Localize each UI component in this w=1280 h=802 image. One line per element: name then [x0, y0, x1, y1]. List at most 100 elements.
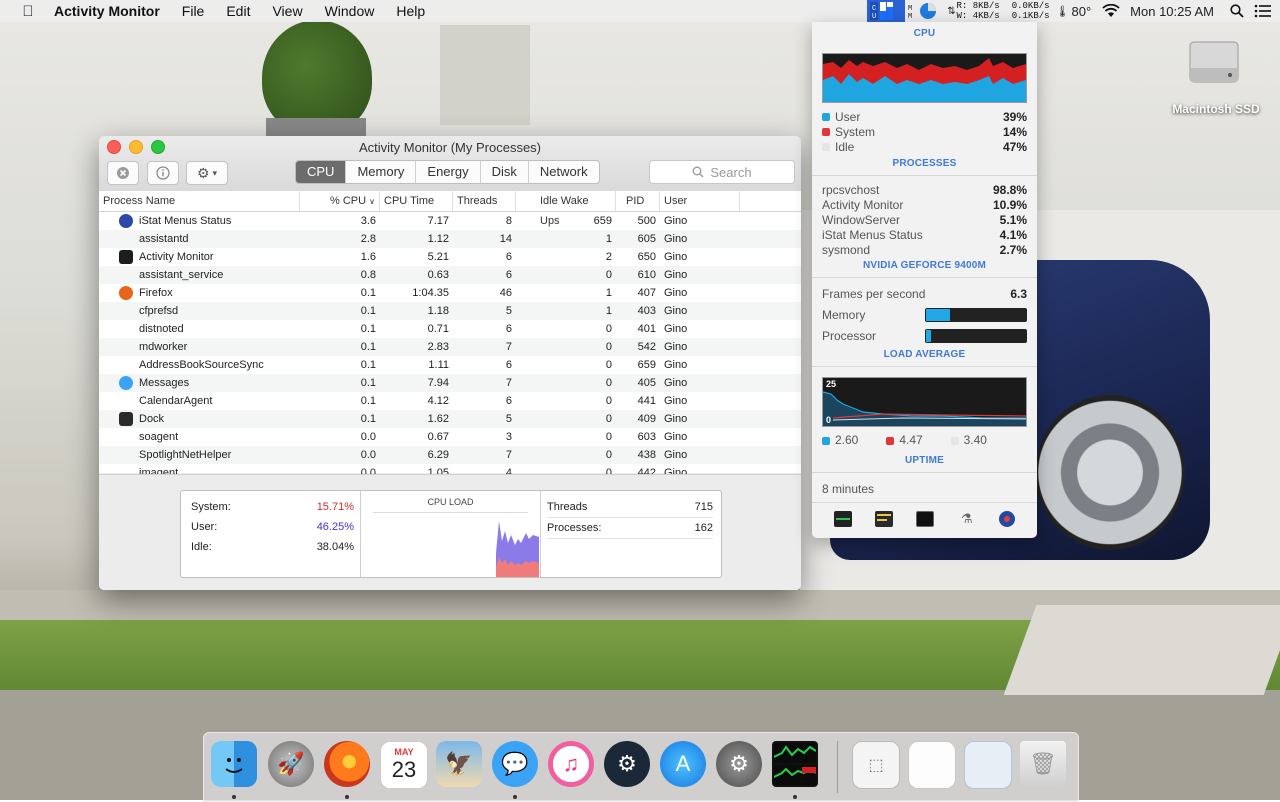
- col-user[interactable]: User: [660, 191, 740, 211]
- istat-process-value: 10.9%: [992, 197, 1027, 212]
- activity-monitor-icon: [119, 250, 133, 264]
- tab-energy[interactable]: Energy: [416, 161, 481, 183]
- net-w-label: W:: [956, 11, 968, 21]
- table-row[interactable]: assistant_service 0.8 0.63 6 0 610 Gino: [99, 266, 801, 284]
- menu-edit[interactable]: Edit: [226, 3, 250, 19]
- launchpad-icon[interactable]: 🚀: [268, 741, 314, 787]
- app-store-icon[interactable]: A: [660, 741, 706, 787]
- table-row[interactable]: SpotlightNetHelper 0.0 6.29 7 0 438 Gino: [99, 446, 801, 464]
- col-pid[interactable]: PID: [616, 191, 660, 211]
- table-row[interactable]: Activity Monitor 1.6 5.21 6 2 650 Gino: [99, 248, 801, 266]
- hard-drive-icon[interactable]: [1186, 34, 1242, 90]
- istat-app-launch-icon[interactable]: [999, 511, 1016, 527]
- table-row[interactable]: Dock 0.1 1.62 5 0 409 Gino: [99, 410, 801, 428]
- table-row[interactable]: Firefox 0.1 1:04.35 46 1 407 Gino: [99, 284, 801, 302]
- load-max-label: 25: [826, 379, 837, 389]
- table-row[interactable]: AddressBookSourceSync 0.1 1.11 6 0 659 Gino: [99, 356, 801, 374]
- col-cpu[interactable]: % CPU ∨: [300, 191, 380, 211]
- action-menu-button[interactable]: ⚙ ▾: [186, 161, 228, 185]
- load-5min: 4.47: [899, 433, 923, 447]
- itunes-icon[interactable]: ♫: [548, 741, 594, 787]
- threads-cell: 6: [505, 395, 512, 407]
- cpu-cell: 0.1: [360, 305, 376, 317]
- apple-menu-icon[interactable]: : [19, 2, 37, 20]
- istat-process-name: sysmond: [822, 242, 871, 257]
- blank-icon: [119, 232, 133, 246]
- preview-icon[interactable]: 🦅: [436, 741, 482, 787]
- col-idle-wake-ups[interactable]: Idle Wake Ups: [516, 191, 616, 227]
- applications-stack-icon[interactable]: ⬚: [852, 741, 900, 789]
- istat-fps-label: Frames per second: [822, 286, 926, 301]
- process-name: SpotlightNetHelper: [139, 449, 232, 461]
- col-process-name[interactable]: Process Name: [99, 191, 300, 211]
- system-preferences-icon[interactable]: ⚙: [716, 741, 762, 787]
- istat-disk-menu[interactable]: 0.0KB/s 0.1KB/s: [1003, 0, 1053, 22]
- steam-icon[interactable]: ⚙: [604, 741, 650, 787]
- process-name: CalendarAgent: [139, 395, 213, 407]
- istat-process-value: 5.1%: [999, 212, 1027, 227]
- tab-disk[interactable]: Disk: [481, 161, 529, 183]
- user-label: User:: [191, 521, 218, 533]
- istat-process-row: Activity Monitor 10.9%: [812, 197, 1037, 212]
- notification-center-icon[interactable]: [1254, 2, 1272, 20]
- user-cell: Gino: [664, 323, 688, 335]
- menu-view[interactable]: View: [272, 3, 302, 19]
- gpu-memory-bar: [925, 307, 1027, 322]
- tab-network[interactable]: Network: [529, 161, 599, 183]
- stop-process-button[interactable]: [107, 161, 139, 185]
- downloads-stack-icon[interactable]: [908, 741, 956, 789]
- spotlight-search-icon[interactable]: [1228, 2, 1246, 20]
- table-row[interactable]: soagent 0.0 0.67 3 0 603 Gino: [99, 428, 801, 446]
- cpu-time-cell: 2.83: [427, 341, 449, 353]
- table-row[interactable]: assistantd 2.8 1.12 14 1 605 Gino: [99, 230, 801, 248]
- istat-sensors-menu[interactable]: 🌡 80°: [1053, 0, 1095, 22]
- console-launch-icon[interactable]: [875, 511, 894, 527]
- net-read: 8KB/s: [972, 1, 1000, 11]
- firefox-icon[interactable]: [324, 741, 370, 787]
- user-cell: Gino: [664, 377, 688, 389]
- tab-cpu[interactable]: CPU: [296, 161, 347, 183]
- threads-cell: 6: [505, 323, 512, 335]
- search-field[interactable]: Search: [649, 160, 795, 184]
- menu-help[interactable]: Help: [396, 3, 425, 19]
- activity-monitor-dock-icon[interactable]: [772, 741, 818, 787]
- process-name: AddressBookSourceSync: [139, 359, 264, 371]
- istat-divider: [812, 175, 1037, 176]
- istat-cpu-menu[interactable]: C U: [867, 0, 906, 22]
- terminal-launch-icon[interactable]: [916, 511, 935, 527]
- threads-value: 715: [694, 501, 713, 513]
- trash-icon[interactable]: 🗑: [1020, 741, 1066, 787]
- istat-memory-menu[interactable]: M M: [905, 0, 943, 22]
- activity-monitor-launch-icon[interactable]: [833, 511, 852, 527]
- blank-icon: [119, 304, 133, 318]
- istat-user-value: 39%: [1002, 109, 1027, 124]
- idle-wake-ups-cell: 0: [605, 269, 612, 281]
- table-row[interactable]: cfprefsd 0.1 1.18 5 1 403 Gino: [99, 302, 801, 320]
- messages-icon[interactable]: 💬: [492, 741, 538, 787]
- tab-memory[interactable]: Memory: [346, 161, 417, 183]
- system-info-launch-icon[interactable]: ⚗: [958, 511, 976, 527]
- table-row[interactable]: distnoted 0.1 0.71 6 0 401 Gino: [99, 320, 801, 338]
- pid-cell: 650: [637, 251, 656, 263]
- menu-file[interactable]: File: [182, 3, 205, 19]
- menu-app-name[interactable]: Activity Monitor: [54, 3, 160, 19]
- col-cpu-time[interactable]: CPU Time: [380, 191, 453, 211]
- clock[interactable]: Mon 10:25 AM: [1130, 4, 1214, 19]
- inspect-button[interactable]: [147, 161, 179, 185]
- threads-cell: 7: [505, 377, 512, 389]
- menu-window[interactable]: Window: [325, 3, 375, 19]
- istat-process-name: iStat Menus Status: [822, 227, 923, 242]
- finder-icon[interactable]: [211, 741, 257, 787]
- col-threads[interactable]: Threads: [453, 191, 516, 211]
- cpu-summary-panel: System: 15.71% User: 46.25% Idle: 38.04% CP…: [180, 490, 722, 578]
- table-row[interactable]: CalendarAgent 0.1 4.12 6 0 441 Gino: [99, 392, 801, 410]
- screenshots-stack-icon[interactable]: [964, 741, 1012, 789]
- table-row[interactable]: mdworker 0.1 2.83 7 0 542 Gino: [99, 338, 801, 356]
- wifi-icon[interactable]: [1102, 2, 1120, 20]
- hard-drive-label[interactable]: Macintosh SSD: [1166, 102, 1266, 116]
- calendar-icon[interactable]: MAY 23: [380, 741, 428, 789]
- istat-network-menu[interactable]: ⇅ R: 8KB/s W: 4KB/s: [943, 0, 1002, 22]
- table-row[interactable]: Messages 0.1 7.94 7 0 405 Gino: [99, 374, 801, 392]
- pid-cell: 605: [637, 233, 656, 245]
- table-row[interactable]: iStat Menus Status 3.6 7.17 8 659 500 Gino: [99, 212, 801, 230]
